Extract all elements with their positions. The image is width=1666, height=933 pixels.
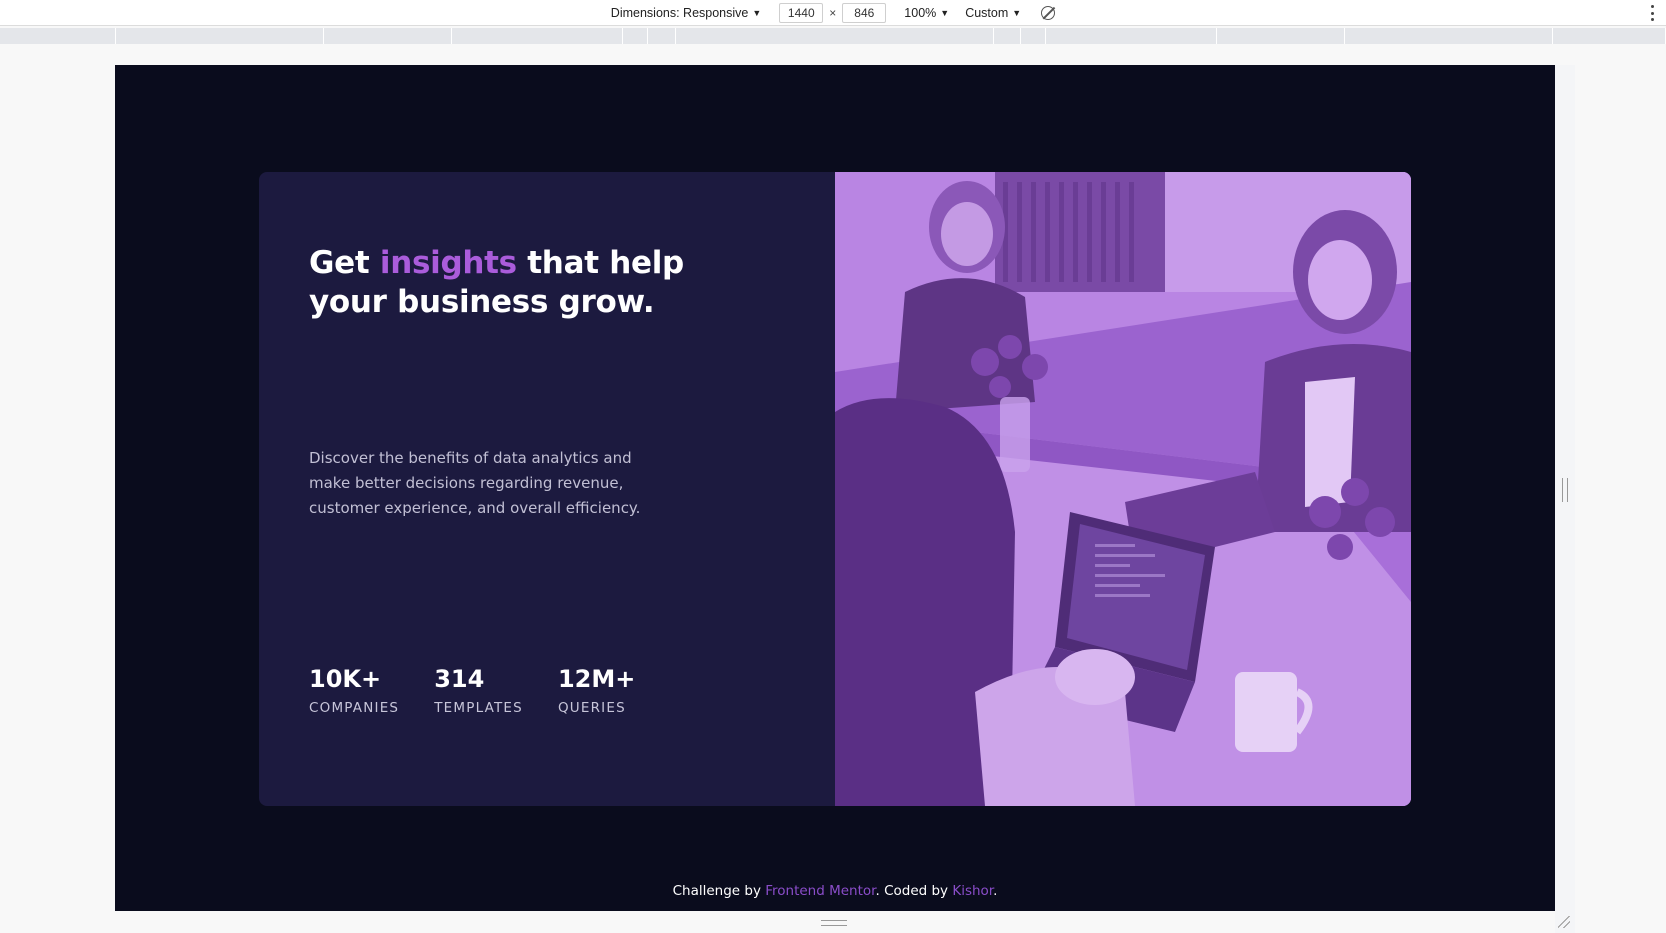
resize-handle-right[interactable] — [1562, 478, 1568, 502]
hero-image — [835, 172, 1411, 806]
stat-value: 314 — [434, 665, 485, 693]
author-link[interactable]: Kishor — [952, 883, 993, 899]
media-query-segment[interactable] — [1345, 28, 1553, 44]
media-query-segment[interactable] — [1046, 28, 1217, 44]
description: Discover the benefits of data analytics … — [309, 449, 641, 517]
caret-down-icon: ▼ — [752, 7, 762, 18]
stats-list: 10K+ COMPANIES 314 TEMPLATES 12M+ QUERIE… — [309, 664, 670, 716]
media-query-segment[interactable] — [676, 28, 994, 44]
resize-handle-corner[interactable] — [1558, 916, 1570, 928]
media-query-segment[interactable] — [648, 28, 676, 44]
attribution: Challenge by Frontend Mentor. Coded by K… — [115, 883, 1555, 899]
throttle-dropdown[interactable]: Custom ▼ — [965, 6, 1021, 20]
attribution-suffix: . — [993, 883, 998, 899]
media-query-segment[interactable] — [1021, 28, 1046, 44]
stat-queries: 12M+ QUERIES — [558, 664, 635, 716]
headline: Get insights that help your business gro… — [309, 244, 689, 322]
stat-label: TEMPLATES — [434, 700, 523, 716]
stat-value: 12M+ — [557, 665, 636, 693]
media-query-segment[interactable] — [1217, 28, 1345, 44]
stats-preview-card: Get insights that help your business gro… — [259, 172, 1411, 806]
media-query-segment[interactable] — [1553, 28, 1666, 44]
emulated-viewport: Get insights that help your business gro… — [115, 65, 1555, 911]
stat-label: QUERIES — [557, 700, 626, 716]
media-query-segment[interactable] — [116, 28, 324, 44]
caret-down-icon: ▼ — [940, 7, 950, 18]
media-query-segment[interactable] — [994, 28, 1021, 44]
devtools-device-toolbar: Dimensions: Responsive ▼ × 100% ▼ Custom… — [0, 0, 1666, 26]
office-photo-illustration — [835, 172, 1411, 806]
zoom-dropdown[interactable]: 100% ▼ — [904, 6, 949, 20]
rotate-icon[interactable] — [1041, 5, 1056, 20]
media-query-bar — [0, 28, 1666, 44]
media-query-segment[interactable] — [324, 28, 452, 44]
viewport-width-input[interactable] — [779, 2, 824, 23]
viewport-height-input[interactable] — [842, 2, 887, 23]
attribution-middle: . Coded by — [875, 883, 953, 899]
media-query-segment[interactable] — [452, 28, 623, 44]
frontend-mentor-link[interactable]: Frontend Mentor — [765, 883, 875, 899]
resize-handle-bottom[interactable] — [821, 920, 847, 926]
caret-down-icon: ▼ — [1012, 7, 1022, 18]
throttle-label: Custom — [965, 5, 1009, 20]
devtools-controls: Dimensions: Responsive ▼ × 100% ▼ Custom… — [611, 2, 1056, 23]
stat-companies: 10K+ COMPANIES — [309, 664, 399, 716]
attribution-prefix: Challenge by — [672, 883, 766, 899]
headline-prefix: Get — [309, 245, 380, 281]
media-query-segment[interactable] — [623, 28, 648, 44]
more-vertical-icon[interactable] — [1650, 5, 1654, 21]
stat-templates: 314 TEMPLATES — [434, 664, 523, 716]
dimension-separator: × — [829, 5, 837, 20]
dimensions-label: Dimensions: Responsive — [610, 5, 749, 20]
stat-label: COMPANIES — [309, 700, 400, 716]
media-query-segment[interactable] — [0, 28, 116, 44]
dimensions-dropdown[interactable]: Dimensions: Responsive ▼ — [611, 6, 761, 20]
zoom-label: 100% — [904, 5, 937, 20]
stat-value: 10K+ — [309, 665, 382, 693]
headline-accent: insights — [379, 245, 517, 281]
card-content: Get insights that help your business gro… — [259, 172, 835, 806]
